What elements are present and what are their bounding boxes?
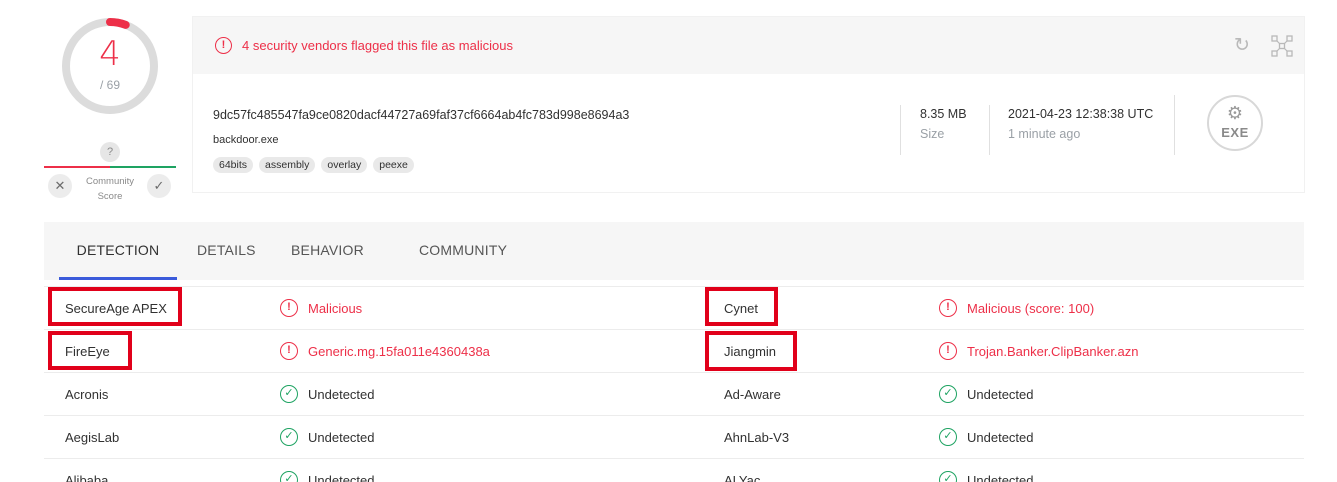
alert-icon: ! [280, 299, 298, 317]
divider [1174, 95, 1175, 155]
result-text: Undetected [308, 429, 375, 445]
vote-harmful-button[interactable]: ✕ [48, 174, 72, 198]
result-text: Trojan.Banker.ClipBanker.azn [967, 343, 1139, 359]
table-row: AegisLab ✓ Undetected AhnLab-V3 ✓ Undete… [44, 415, 1304, 458]
result-text: Undetected [967, 386, 1034, 402]
highlight-box-jiangmin [705, 331, 797, 371]
file-size-label: Size [920, 127, 945, 141]
tab-community[interactable]: COMMUNITY [419, 222, 507, 280]
graph-view-icon[interactable] [1271, 35, 1293, 57]
vendor-name: AegisLab [65, 430, 120, 445]
tag-list: 64bits assembly overlay peexe [213, 157, 414, 173]
highlight-box-cynet [705, 287, 778, 326]
alert-icon: ! [215, 37, 232, 54]
tag[interactable]: peexe [373, 157, 414, 173]
highlight-box-secureage [48, 287, 182, 326]
check-circle-icon: ✓ [280, 428, 298, 446]
detection-result: ! Malicious [280, 299, 362, 317]
detection-result: ! Generic.mg.15fa011e4360438a [280, 342, 490, 360]
check-circle-icon: ✓ [280, 471, 298, 482]
result-text: Undetected [967, 429, 1034, 445]
detection-result: ! Trojan.Banker.ClipBanker.azn [939, 342, 1139, 360]
divider [900, 105, 901, 155]
file-type-label: EXE [1221, 125, 1249, 140]
file-hash[interactable]: 9dc57fc485547fa9ce0820dacf44727a69faf37c… [213, 108, 629, 122]
community-score-bar [44, 166, 176, 168]
file-summary-card: ! 4 security vendors flagged this file a… [192, 16, 1305, 193]
check-circle-icon: ✓ [939, 428, 957, 446]
alert-icon: ! [939, 299, 957, 317]
community-score-widget: 4 / 69 ? ✕ Community Score ✓ [44, 10, 176, 210]
detection-result: ✓ Undetected [280, 428, 375, 446]
scan-date-value: 2021-04-23 12:38:38 UTC [1008, 107, 1154, 121]
tag[interactable]: overlay [321, 157, 368, 173]
check-circle-icon: ✓ [939, 471, 957, 482]
detection-result: ! Malicious (score: 100) [939, 299, 1094, 317]
check-icon: ✓ [153, 178, 165, 193]
table-row: SecureAge APEX ! Malicious Cynet ! Malic… [44, 286, 1304, 329]
table-row: FireEye ! Generic.mg.15fa011e4360438a Ji… [44, 329, 1304, 372]
alert-icon: ! [280, 342, 298, 360]
highlight-box-fireeye [48, 331, 132, 370]
reanalyze-icon[interactable]: ↻ [1231, 35, 1253, 57]
detection-result: ✓ Undetected [939, 385, 1034, 403]
table-row: Acronis ✓ Undetected Ad-Aware ✓ Undetect… [44, 372, 1304, 415]
tag[interactable]: 64bits [213, 157, 254, 173]
close-icon: ✕ [54, 178, 66, 193]
vote-harmless-button[interactable]: ✓ [147, 174, 171, 198]
detection-result: ✓ Undetected [939, 428, 1034, 446]
vendor-name: ALYac [724, 473, 761, 482]
divider [989, 105, 990, 155]
detection-count: 4 [99, 34, 121, 74]
table-row: Alibaba ✓ Undetected ALYac ✓ Undetected [44, 458, 1304, 482]
scan-date-relative: 1 minute ago [1008, 127, 1081, 141]
tab-bar: DETECTION DETAILS BEHAVIOR COMMUNITY [44, 222, 1304, 280]
result-text: Generic.mg.15fa011e4360438a [308, 343, 490, 359]
result-text: Undetected [308, 386, 375, 402]
tab-detection[interactable]: DETECTION [59, 222, 177, 280]
vendor-name: AhnLab-V3 [724, 430, 790, 445]
check-circle-icon: ✓ [280, 385, 298, 403]
alert-icon: ! [939, 342, 957, 360]
result-text: Malicious [308, 300, 363, 316]
gear-icon: ⚙ [1226, 103, 1244, 123]
community-score-label: Community Score [85, 176, 135, 202]
detection-table: SecureAge APEX ! Malicious Cynet ! Malic… [44, 286, 1304, 482]
vendor-name: Ad-Aware [724, 387, 781, 402]
check-circle-icon: ✓ [939, 385, 957, 403]
tag[interactable]: assembly [259, 157, 316, 173]
result-text: Undetected [308, 472, 375, 482]
tab-details[interactable]: DETAILS [197, 222, 256, 280]
result-text: Malicious (score: 100) [967, 300, 1095, 316]
file-size-value: 8.35 MB [920, 107, 967, 121]
tab-behavior[interactable]: BEHAVIOR [291, 222, 364, 280]
engine-total: / 69 [99, 78, 120, 92]
alert-bar: ! 4 security vendors flagged this file a… [193, 17, 1304, 74]
alert-text: 4 security vendors flagged this file as … [242, 38, 513, 53]
file-name: backdoor.exe [213, 134, 279, 146]
detection-result: ✓ Undetected [939, 471, 1034, 482]
vendor-name: Acronis [65, 387, 109, 402]
result-text: Undetected [967, 472, 1034, 482]
file-type-badge: ⚙ EXE [1207, 95, 1263, 151]
detection-result: ✓ Undetected [280, 385, 375, 403]
help-icon[interactable]: ? [100, 142, 120, 162]
detection-result: ✓ Undetected [280, 471, 375, 482]
vendor-name: Alibaba [65, 473, 109, 482]
